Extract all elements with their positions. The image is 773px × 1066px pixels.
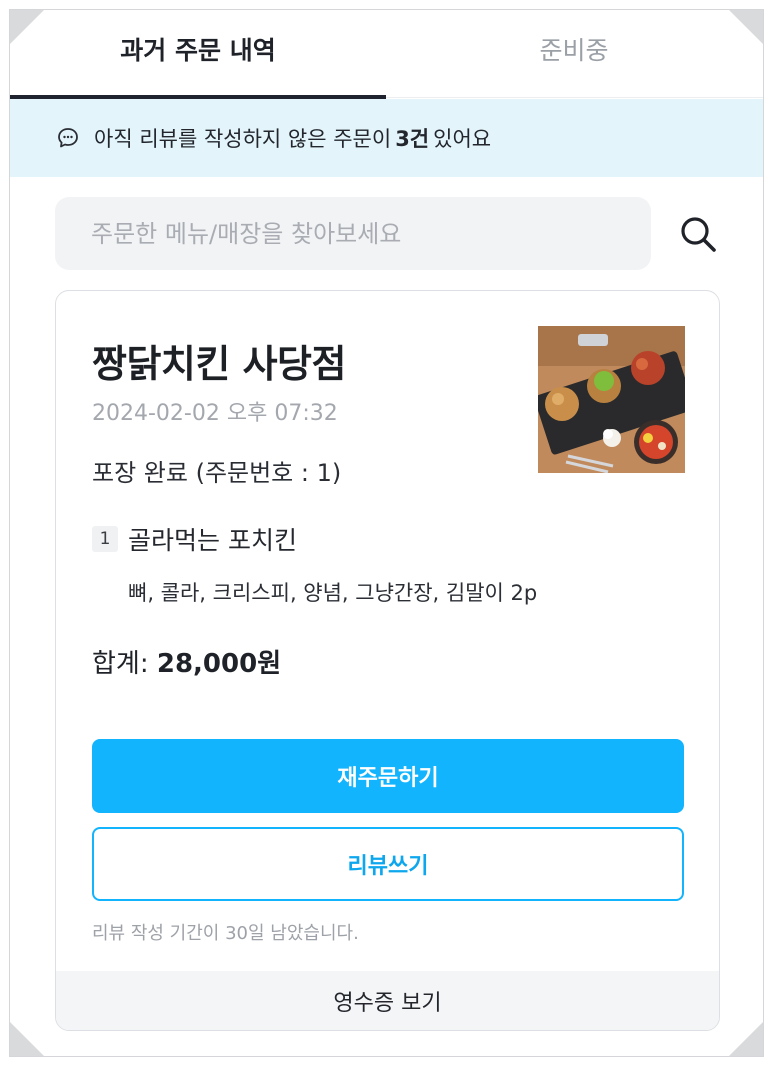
search-icon[interactable]: [677, 213, 719, 255]
write-review-button[interactable]: 리뷰쓰기: [92, 827, 684, 901]
order-item: 1 골라먹는 포치킨: [92, 521, 297, 557]
view-receipt-button[interactable]: 영수증 보기: [56, 971, 719, 1030]
corner-decoration: [729, 10, 763, 44]
notice-count: 3건: [395, 127, 430, 151]
app-screen: 과거 주문 내역 준비중 아직 리뷰를 작성하지 않은 주문이 3건 있어요 짱…: [9, 9, 764, 1057]
order-total: 합계: 28,000원: [92, 643, 281, 680]
notice-text-suffix: 있어요: [433, 127, 492, 151]
item-name: 골라먹는 포치킨: [128, 526, 297, 555]
total-label: 합계:: [92, 649, 149, 679]
tab-preparing[interactable]: 준비중: [386, 10, 762, 98]
review-period-text: 리뷰 작성 기간이 30일 남았습니다.: [92, 923, 359, 944]
menu-thumbnail: [538, 326, 685, 473]
order-card: 짱닭치킨 사당점 2024-02-02 오후 07:32 포장 완료 (주문번호…: [55, 290, 720, 1031]
order-status: 포장 완료 (주문번호 : 1): [92, 459, 342, 487]
review-notice-banner[interactable]: 아직 리뷰를 작성하지 않은 주문이 3건 있어요: [10, 99, 763, 177]
order-date: 2024-02-02 오후 07:32: [92, 401, 338, 426]
item-quantity: 1: [92, 526, 118, 552]
store-name[interactable]: 짱닭치킨 사당점: [92, 333, 346, 388]
search-field: [55, 197, 651, 270]
search-input[interactable]: [91, 219, 631, 248]
chat-bubble-icon: [56, 126, 80, 150]
item-options: 뼈, 콜라, 크리스피, 양념, 그냥간장, 김말이 2p: [128, 581, 538, 605]
tab-bar: 과거 주문 내역 준비중: [10, 10, 763, 99]
total-value: 28,000원: [156, 649, 282, 679]
corner-decoration: [729, 1022, 763, 1056]
tab-past-orders[interactable]: 과거 주문 내역: [10, 10, 386, 99]
reorder-button[interactable]: 재주문하기: [92, 739, 684, 813]
corner-decoration: [10, 10, 44, 44]
notice-text-prefix: 아직 리뷰를 작성하지 않은 주문이: [94, 127, 392, 151]
corner-decoration: [10, 1022, 44, 1056]
